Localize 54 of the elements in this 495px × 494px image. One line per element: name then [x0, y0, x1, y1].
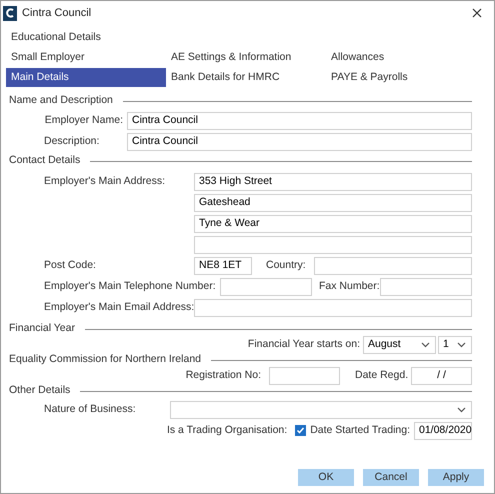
section-title: Financial Year: [9, 321, 75, 336]
dropdown[interactable]: [170, 400, 472, 418]
text-field[interactable]: [220, 278, 312, 296]
tab[interactable]: Educational Details: [6, 28, 166, 47]
tab[interactable]: Main Details: [6, 68, 166, 87]
text-field[interactable]: / /: [411, 366, 472, 384]
tab[interactable]: AE Settings & Information: [166, 48, 326, 67]
app-logo-icon: [3, 6, 17, 20]
chevron-down-icon: [421, 342, 430, 348]
field-label: Employer's Main Address:: [44, 174, 166, 189]
tab[interactable]: PAYE & Payrolls: [326, 68, 476, 87]
field-label: Is a Trading Organisation:: [166, 422, 288, 438]
text-field[interactable]: [314, 256, 472, 274]
chevron-down-icon: [457, 406, 466, 412]
field-label: Description:: [44, 134, 100, 149]
dialog-button[interactable]: Cancel: [363, 469, 419, 486]
dialog-button[interactable]: Apply: [428, 469, 484, 486]
field-label: Date Started Trading:: [310, 422, 410, 438]
text-field[interactable]: Gateshead: [194, 194, 472, 212]
text-field[interactable]: Cintra Council: [127, 132, 472, 150]
text-field[interactable]: Cintra Council: [127, 112, 472, 130]
dropdown[interactable]: 1: [438, 336, 472, 354]
field-label: Fax Number:: [319, 278, 380, 294]
tab[interactable]: Bank Details for HMRC: [166, 68, 326, 87]
field-label: Post Code:: [44, 258, 96, 271]
field-label: Country:: [266, 258, 307, 273]
checkbox[interactable]: [295, 425, 306, 436]
section-title: Equality Commission for Northern Ireland: [9, 352, 201, 368]
text-field[interactable]: Tyne & Wear: [194, 214, 472, 232]
field-label: Employer Name:: [44, 112, 123, 128]
text-field[interactable]: 353 High Street: [194, 172, 472, 190]
chevron-down-icon: [457, 342, 466, 348]
text-field[interactable]: [380, 278, 472, 296]
tab[interactable]: Allowances: [326, 48, 476, 67]
text-field[interactable]: [194, 236, 472, 254]
window-title: Cintra Council: [22, 6, 92, 21]
text-field[interactable]: 01/08/2020: [414, 422, 472, 440]
text-field[interactable]: NE8 1ET: [194, 256, 252, 274]
section-title: Name and Description: [9, 93, 113, 108]
field-label: Employer's Main Telephone Number:: [44, 280, 216, 292]
dialog-button[interactable]: OK: [298, 469, 354, 486]
dropdown[interactable]: August: [363, 336, 436, 354]
field-label: Registration No:: [186, 368, 261, 383]
tab[interactable]: Small Employer: [6, 48, 166, 67]
text-field[interactable]: [194, 298, 472, 316]
field-label: Financial Year starts on:: [248, 336, 360, 352]
section-title: Contact Details: [9, 153, 80, 168]
field-label: Employer's Main Email Address:: [44, 300, 194, 313]
field-label: Nature of Business:: [44, 402, 136, 415]
text-field[interactable]: [269, 366, 340, 384]
check-icon: [296, 426, 306, 435]
field-label: Date Regd.: [355, 368, 410, 383]
close-icon: [472, 8, 482, 18]
section-title: Other Details: [9, 383, 70, 398]
